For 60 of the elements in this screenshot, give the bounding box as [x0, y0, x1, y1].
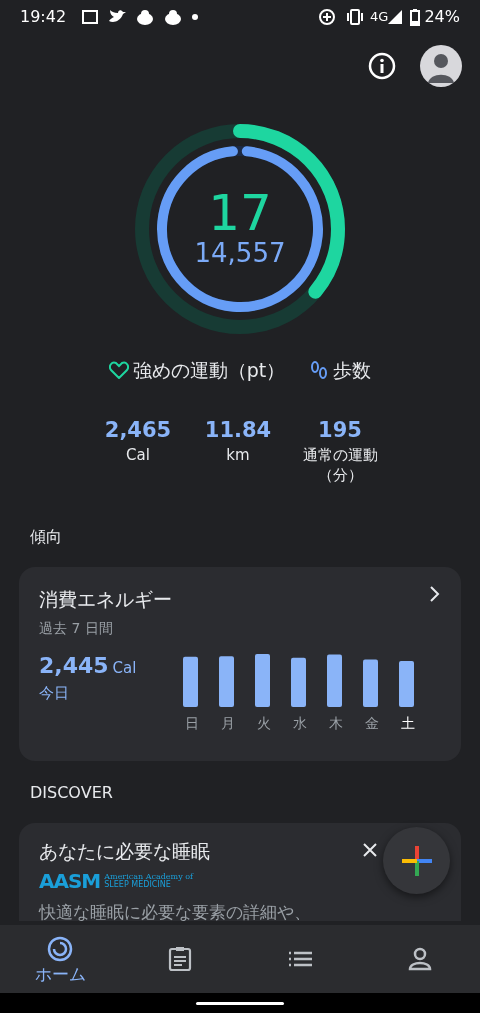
brand-name: SLEEP MEDICINE — [104, 880, 171, 889]
energy-card[interactable]: 消費エネルギー 過去 7 日間 2,445 Cal 今日 日 月 火 水 木 金 土 — [19, 567, 461, 761]
vibrate-icon — [346, 9, 365, 25]
day-label: 月 — [220, 714, 236, 733]
section-heading: 傾向 — [29, 526, 63, 548]
network-type: 4G — [370, 8, 389, 27]
notification-icon — [82, 9, 99, 25]
close-icon[interactable] — [363, 843, 377, 857]
footprints-icon — [309, 361, 330, 380]
info-icon[interactable] — [368, 52, 396, 80]
energy-value: 2,445 — [39, 651, 109, 680]
clipboard-icon — [167, 946, 193, 972]
avatar-icon[interactable] — [420, 45, 462, 87]
brand-logo: AASM — [39, 867, 101, 895]
home-indicator[interactable] — [196, 1001, 284, 1005]
plus-icon — [401, 845, 432, 876]
chick-icon — [136, 9, 155, 25]
day-label: 日 — [184, 714, 200, 733]
bar — [219, 656, 234, 707]
today-label: 今日 — [39, 682, 70, 704]
bar — [183, 656, 198, 707]
chick-icon — [164, 9, 183, 25]
day-label: 火 — [256, 714, 272, 733]
card-title: 消費エネルギー — [39, 587, 172, 612]
heart-icon — [108, 361, 129, 380]
bar — [255, 654, 270, 707]
stat-value: 2,465 — [104, 416, 172, 444]
section-heading: DISCOVER — [29, 782, 114, 804]
home-icon — [47, 935, 73, 962]
chevron-right-icon[interactable] — [429, 585, 441, 603]
bird-icon — [108, 9, 127, 25]
card-subtitle: 過去 7 日間 — [39, 618, 114, 638]
status-time: 19:42 — [20, 6, 67, 28]
bar — [291, 657, 306, 707]
stat-value: 11.84 — [204, 416, 272, 444]
article-text: 快適な睡眠に必要な要素の詳細や、 — [39, 901, 312, 921]
bar — [363, 659, 378, 707]
signal-icon — [388, 10, 403, 24]
dot-icon — [192, 14, 199, 20]
day-label: 土 — [400, 714, 416, 733]
legend-label: 強めの運動（pt） — [132, 358, 286, 383]
stat-label: km — [226, 446, 250, 466]
person-icon — [407, 946, 433, 972]
card-title: あなたに必要な睡眠 — [39, 839, 210, 864]
battery-icon — [410, 8, 421, 26]
stat-value: 195 — [318, 416, 362, 444]
day-label: 水 — [292, 714, 308, 733]
day-label: 金 — [364, 714, 380, 733]
brand-name: American Academy of — [104, 872, 193, 881]
stat-label: Cal — [126, 446, 150, 466]
day-label: 木 — [328, 714, 344, 733]
bar — [399, 661, 414, 707]
stat-label: 通常の運動（分） — [301, 446, 379, 485]
steps-value: 14,557 — [194, 238, 286, 270]
heart-points-value: 17 — [208, 188, 272, 239]
data-saver-icon — [318, 8, 337, 26]
bar — [327, 654, 342, 707]
energy-unit: Cal — [112, 657, 137, 679]
battery-percent: 24% — [424, 6, 460, 28]
legend-label: 歩数 — [333, 358, 372, 383]
